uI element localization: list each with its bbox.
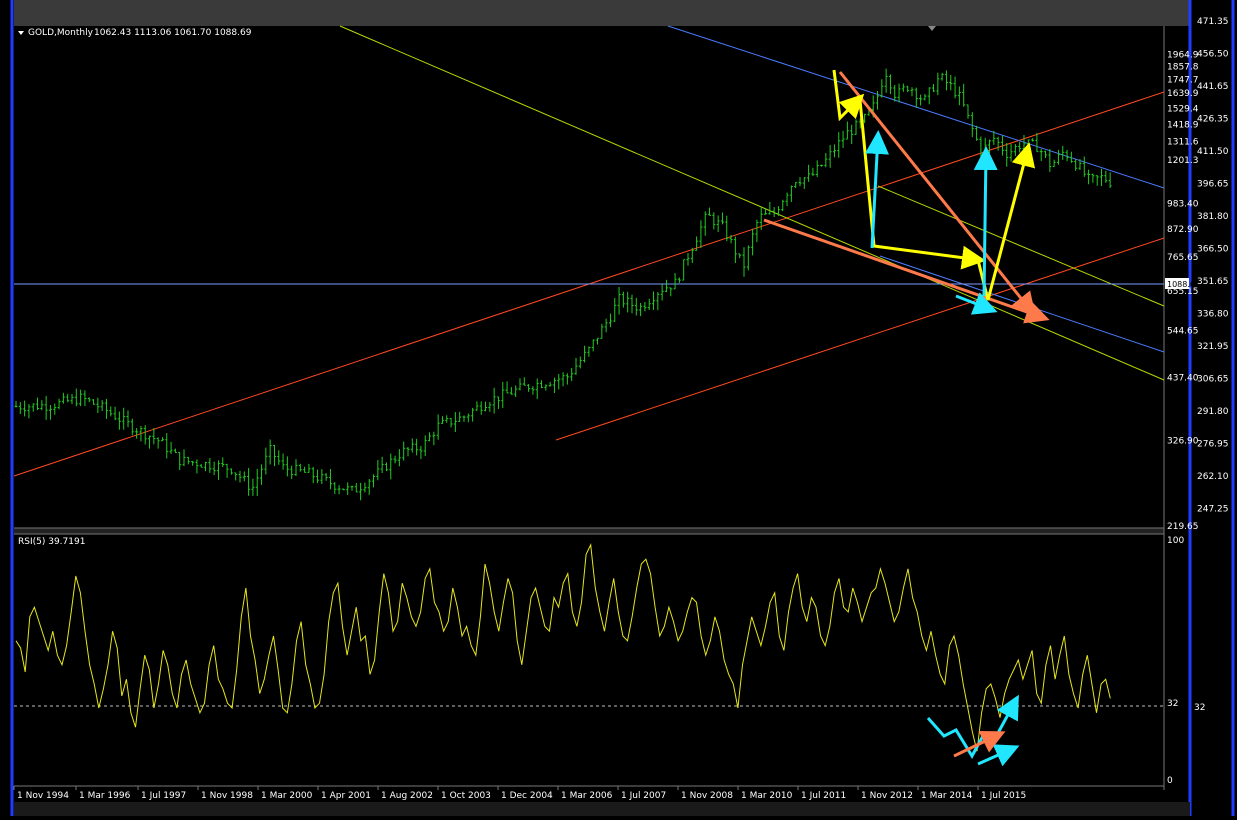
time-tick-label: 1 Jul 2015 — [981, 791, 1026, 801]
time-tick-label: 1 Jul 2011 — [801, 791, 846, 801]
time-tick-label: 1 Nov 2012 — [861, 791, 913, 801]
rsi-tick-label: 0 — [1167, 776, 1173, 786]
time-tick-label: 1 Mar 2006 — [561, 791, 613, 801]
secondary-tick-label: 411.50 — [1197, 147, 1229, 157]
rsi-tick-label: 32 — [1167, 699, 1178, 709]
chart-root: 1088.69 1964.9 1857.8 1747.7 1639.9 1529.4 14… — [0, 0, 1237, 816]
secondary-tick-label: 366.50 — [1197, 245, 1229, 255]
time-tick-label: 1 Nov 1998 — [201, 791, 253, 801]
time-tick-label: 1 Jul 1997 — [141, 791, 186, 801]
price-tick-label: 1529.4 — [1167, 104, 1199, 114]
secondary-tick-label: 336.80 — [1197, 310, 1229, 320]
secondary-tick-label: 247.25 — [1197, 505, 1229, 515]
price-tick-label: 1201.3 — [1167, 156, 1199, 166]
secondary-tick-label: 426.35 — [1197, 115, 1229, 125]
price-tick-label: 1639.9 — [1167, 89, 1199, 99]
time-tick-label: 1 Jul 2007 — [621, 791, 666, 801]
time-tick-label: 1 Apr 2001 — [321, 791, 371, 801]
time-tick-label: 1 Nov 2008 — [681, 791, 733, 801]
secondary-tick-label: 321.95 — [1197, 342, 1229, 352]
rsi-tick-label: 100 — [1167, 536, 1184, 546]
price-tick-label: 765.65 — [1167, 253, 1199, 263]
secondary-tick-label: 262.10 — [1197, 472, 1229, 482]
price-tick-label: 219.65 — [1167, 522, 1199, 532]
secondary-tick-label: 396.65 — [1197, 180, 1229, 190]
price-tick-label: 437.40 — [1167, 374, 1199, 384]
time-tick-label: 1 Mar 2000 — [261, 791, 313, 801]
price-tick-label: 1418.9 — [1167, 120, 1199, 130]
price-tick-label: 1857.8 — [1167, 62, 1199, 72]
secondary-tick-label: 351.65 — [1197, 277, 1229, 287]
time-tick-label: 1 Aug 2002 — [381, 791, 433, 801]
time-tick-label: 1 Dec 2004 — [501, 791, 553, 801]
chart-background — [0, 0, 1237, 816]
secondary-tick-label: 456.50 — [1197, 50, 1229, 60]
panel-separator — [14, 528, 1164, 534]
time-tick-label: 1 Mar 1996 — [79, 791, 131, 801]
secondary-tick-label: 441.65 — [1197, 82, 1229, 92]
price-tick-label: 1311.6 — [1167, 137, 1199, 147]
time-tick-label: 1 Mar 2010 — [741, 791, 793, 801]
ohlc-values: 1062.43 1113.06 1061.70 1088.69 — [94, 28, 252, 38]
rsi-level-label: 32 — [1194, 703, 1205, 713]
secondary-tick-label: 291.80 — [1197, 407, 1229, 417]
price-tick-label: 655.15 — [1167, 287, 1199, 297]
cyan-up-arrow-right — [973, 146, 998, 297]
symbol-title: GOLD,Monthly — [28, 28, 94, 38]
time-tick-label: 1 Mar 2014 — [921, 791, 973, 801]
price-tick-label: 1747.7 — [1167, 76, 1199, 86]
time-tick-label: 1 Nov 1994 — [17, 791, 69, 801]
chart-canvas: 1088.69 1964.91857.81747.71639.91529.414… — [0, 0, 1237, 816]
price-tick-label: 983.40 — [1167, 199, 1199, 209]
price-tick-label: 1964.9 — [1167, 50, 1199, 60]
secondary-tick-label: 306.65 — [1197, 375, 1229, 385]
secondary-tick-label: 381.80 — [1197, 212, 1229, 222]
top-toolbar-strip — [14, 0, 1189, 26]
rsi-title: RSI(5) 39.7191 — [18, 537, 85, 547]
price-tick-label: 326.90 — [1167, 436, 1199, 446]
price-tick-label: 872.90 — [1167, 225, 1199, 235]
secondary-tick-label: 276.95 — [1197, 440, 1229, 450]
secondary-tick-label: 471.35 — [1197, 17, 1229, 27]
bottom-scroll-strip — [14, 802, 1190, 816]
price-tick-label: 544.65 — [1167, 327, 1199, 337]
time-tick-label: 1 Oct 2003 — [441, 791, 491, 801]
